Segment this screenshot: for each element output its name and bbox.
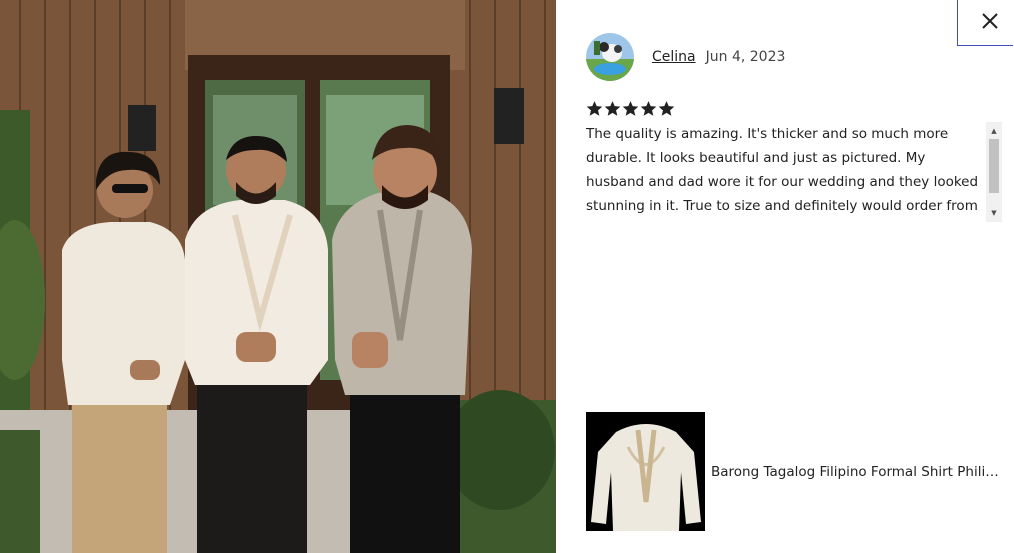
star-icon (604, 101, 621, 116)
review-photo (0, 0, 556, 553)
scroll-down-arrow-icon[interactable]: ▼ (986, 206, 1002, 220)
close-icon (982, 13, 998, 29)
review-photo-image (0, 0, 556, 553)
scrollbar[interactable]: ▲ ▼ (986, 122, 1002, 222)
reviewer-info: Celina Jun 4, 2023 (586, 33, 785, 81)
product-title[interactable]: Barong Tagalog Filipino Formal Shirt Phi… (711, 464, 1006, 480)
reviewer-name-link[interactable]: Celina (652, 49, 696, 65)
star-icon (658, 101, 675, 116)
close-button[interactable] (957, 0, 1013, 46)
review-text-container[interactable]: The quality is amazing. It's thicker and… (586, 122, 1002, 222)
scroll-up-arrow-icon[interactable]: ▲ (986, 124, 1002, 138)
star-icon (622, 101, 639, 116)
product-link[interactable]: Barong Tagalog Filipino Formal Shirt Phi… (586, 412, 1006, 531)
star-icon (640, 101, 657, 116)
review-modal: Celina Jun 4, 2023 The quality is amazin… (0, 0, 1014, 553)
star-icon (586, 101, 603, 116)
review-date: Jun 4, 2023 (705, 49, 786, 65)
avatar[interactable] (586, 33, 634, 81)
scroll-thumb[interactable] (989, 139, 999, 193)
star-rating (586, 100, 675, 117)
review-text: The quality is amazing. It's thicker and… (586, 126, 979, 214)
product-thumbnail[interactable] (586, 412, 705, 531)
